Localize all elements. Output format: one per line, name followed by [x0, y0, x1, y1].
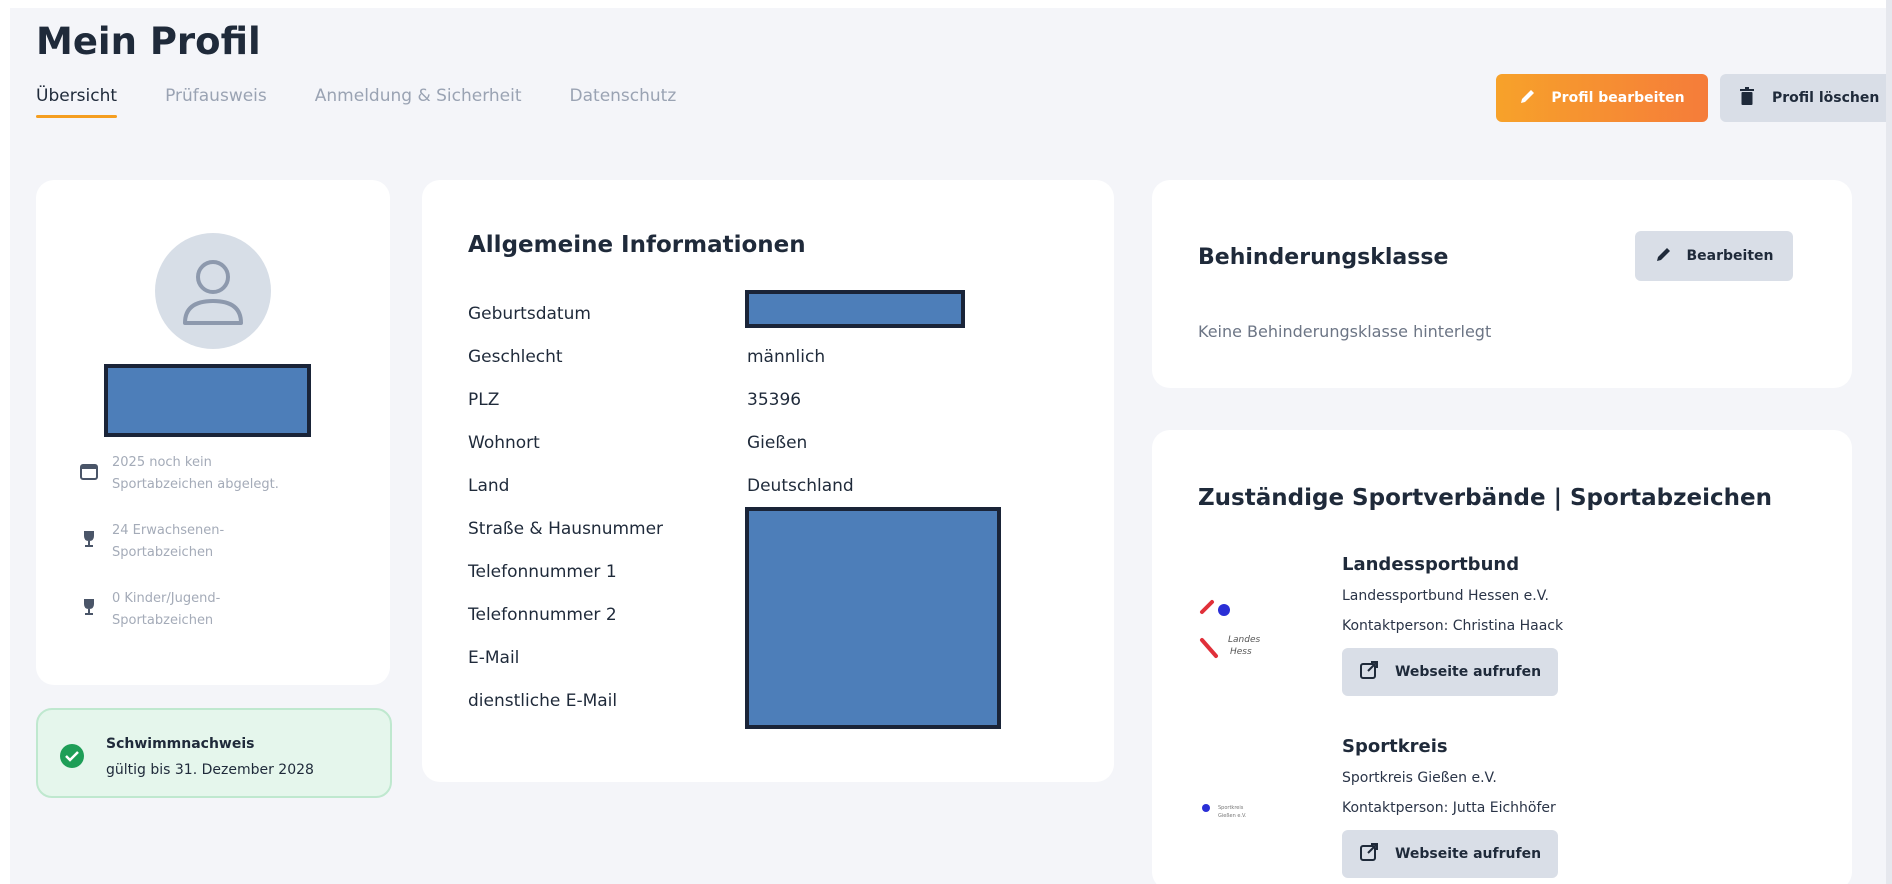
swim-title: Schwimmnachweis	[106, 736, 255, 752]
website-button[interactable]: Webseite aufrufen	[1342, 830, 1558, 878]
trophy-icon	[78, 588, 100, 632]
info-label: Telefonnummer 2	[468, 605, 617, 625]
delete-profile-label: Profil löschen	[1772, 90, 1880, 106]
info-label: dienstliche E-Mail	[468, 691, 618, 711]
tab-test-card[interactable]: Prüfausweis	[165, 86, 267, 116]
disability-empty-text: Keine Behinderungsklasse hinterlegt	[1198, 322, 1492, 341]
tab-overview[interactable]: Übersicht	[36, 86, 118, 118]
name-redacted	[104, 364, 311, 437]
calendar-icon	[78, 452, 100, 496]
association-heading: Landessportbund	[1342, 554, 1520, 575]
association-name: Landessportbund Hessen e.V.	[1342, 588, 1549, 604]
info-value-country: Deutschland	[747, 476, 854, 496]
trash-icon	[1740, 87, 1754, 109]
stat-row-current-year: 2025 noch kein Sportabzeichen abgelegt.	[78, 452, 312, 496]
info-label: Geschlecht	[468, 347, 563, 367]
info-label: Straße & Hausnummer	[468, 519, 664, 539]
info-value-city: Gießen	[747, 433, 808, 453]
profile-card: 2025 noch kein Sportabzeichen abgelegt. …	[36, 180, 390, 685]
website-button-label: Webseite aufrufen	[1394, 664, 1542, 680]
svg-text:Landes: Landes	[1228, 635, 1260, 645]
website-button-label: Webseite aufrufen	[1394, 846, 1542, 862]
tab-bar: Übersicht Prüfausweis Anmeldung & Sicher…	[36, 86, 677, 118]
association-name: Sportkreis Gießen e.V.	[1342, 770, 1497, 786]
stat-text: 24 Erwachsenen-Sportabzeichen	[112, 523, 225, 560]
stat-text: 0 Kinder/Jugend-Sportabzeichen	[112, 591, 221, 628]
page: Mein Profil Übersicht Prüfausweis Anmeld…	[10, 8, 1892, 884]
association-contact: Kontaktperson: Jutta Eichhöfer	[1342, 800, 1556, 816]
stat-row-youth-badges: 0 Kinder/Jugend-Sportabzeichen	[78, 588, 262, 632]
info-title: Allgemeine Informationen	[468, 232, 806, 258]
edit-disability-label: Bearbeiten	[1686, 248, 1774, 264]
stat-text: 2025 noch kein Sportabzeichen abgelegt.	[112, 455, 279, 492]
info-label: Geburtsdatum	[468, 304, 591, 324]
tab-login-security[interactable]: Anmeldung & Sicherheit	[315, 86, 522, 116]
contact-details-redacted	[745, 507, 1001, 729]
edit-disability-button[interactable]: Bearbeiten	[1635, 231, 1793, 281]
check-circle-icon	[60, 744, 84, 768]
disability-title: Behinderungsklasse	[1198, 245, 1449, 270]
trophy-icon	[78, 520, 100, 564]
page-title: Mein Profil	[36, 20, 261, 63]
user-icon	[183, 260, 243, 325]
stat-row-adult-badges: 24 Erwachsenen-Sportabzeichen	[78, 520, 262, 564]
sportkreis-logo: Sportkreis Gießen e.V.	[1198, 766, 1278, 856]
birthdate-redacted	[745, 290, 965, 328]
edit-profile-button[interactable]: Profil bearbeiten	[1496, 74, 1708, 122]
svg-text:Hess: Hess	[1230, 647, 1252, 657]
tab-privacy[interactable]: Datenschutz	[570, 86, 677, 116]
swim-certificate-card: Schwimmnachweis gültig bis 31. Dezember …	[36, 708, 392, 798]
svg-text:Gießen e.V.: Gießen e.V.	[1218, 813, 1247, 819]
external-link-icon	[1359, 660, 1379, 684]
avatar	[155, 233, 271, 349]
info-label: Wohnort	[468, 433, 540, 453]
scrollbar-track[interactable]	[1886, 0, 1892, 884]
association-contact: Kontaktperson: Christina Haack	[1342, 618, 1564, 634]
delete-profile-button[interactable]: Profil löschen	[1720, 74, 1892, 122]
associations-card: Zuständige Sportverbände | Sportabzeiche…	[1152, 430, 1852, 884]
associations-title: Zuständige Sportverbände | Sportabzeiche…	[1198, 485, 1772, 511]
svg-text:Sportkreis: Sportkreis	[1218, 805, 1244, 811]
pencil-icon	[1655, 245, 1673, 267]
info-value-gender: männlich	[747, 347, 826, 367]
landessportbund-logo: Landes Hess	[1198, 584, 1278, 674]
association-heading: Sportkreis	[1342, 736, 1448, 757]
disability-class-card: Behinderungsklasse Bearbeiten Keine Behi…	[1152, 180, 1852, 388]
info-label: E-Mail	[468, 648, 520, 668]
info-value-zip: 35396	[747, 390, 802, 410]
association-item: Landes Hess Landessportbund Landessportb…	[1198, 554, 1818, 714]
website-button[interactable]: Webseite aufrufen	[1342, 648, 1558, 696]
info-label: Telefonnummer 1	[468, 562, 617, 582]
info-label: PLZ	[468, 390, 500, 410]
edit-profile-label: Profil bearbeiten	[1551, 90, 1685, 106]
general-info-card: Allgemeine Informationen Geburtsdatum Ge…	[422, 180, 1114, 782]
info-label: Land	[468, 476, 510, 496]
external-link-icon	[1359, 842, 1379, 866]
swim-validity: gültig bis 31. Dezember 2028	[106, 762, 314, 778]
association-item: Sportkreis Gießen e.V. Sportkreis Sportk…	[1198, 736, 1818, 884]
pencil-icon	[1519, 87, 1537, 109]
